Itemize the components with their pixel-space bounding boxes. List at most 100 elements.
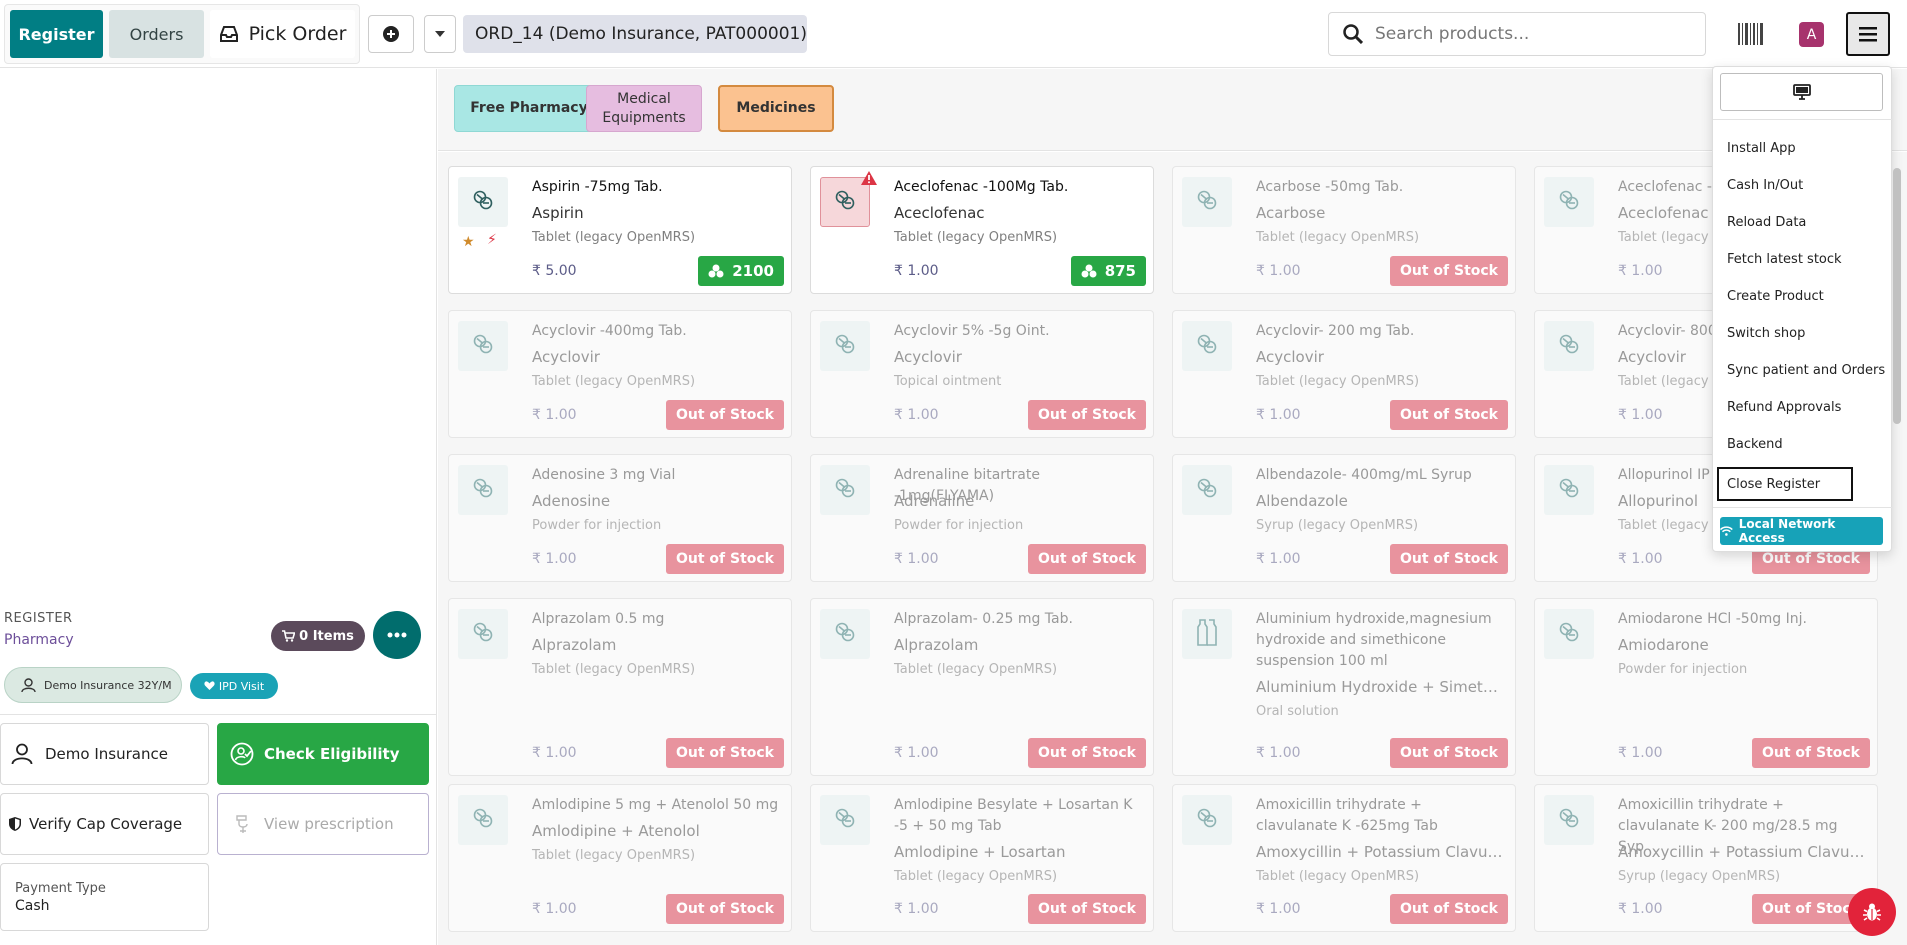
menu-sync-patient-orders[interactable]: Sync patient and Orders (1727, 363, 1885, 378)
price-value: 1.00 (1631, 745, 1663, 761)
product-form: Syrup (legacy OpenMRS) (1256, 518, 1419, 533)
product-card[interactable]: Acarbose -50mg Tab. Acarbose Tablet (legac… (1172, 166, 1516, 294)
payment-type-selector[interactable]: Payment Type Cash (0, 863, 209, 931)
product-form: Powder for injection (1618, 662, 1748, 677)
product-thumbnail (1544, 465, 1594, 515)
menu-install-app[interactable]: Install App (1727, 141, 1796, 156)
more-actions-button[interactable] (373, 611, 421, 659)
product-form: Powder for injection (894, 518, 1024, 533)
product-card[interactable]: Adenosine 3 mg Vial Adenosine Powder for i… (448, 454, 792, 582)
shield-icon (9, 817, 21, 831)
product-price: ₹ 1.00 (532, 551, 577, 567)
price-value: 1.00 (1631, 263, 1663, 279)
menu-separator (1713, 119, 1893, 120)
verify-cap-button[interactable]: Verify Cap Coverage (0, 793, 209, 855)
order-list-dropdown[interactable] (424, 15, 456, 53)
category-medicines[interactable]: Medicines (718, 85, 834, 132)
product-thumbnail (820, 465, 870, 515)
main-menu-button[interactable] (1846, 12, 1890, 56)
product-card[interactable]: Acyclovir 5% -5g Oint. Acyclovir Topical o… (810, 310, 1154, 438)
product-thumbnail (1182, 177, 1232, 227)
rupee-icon: ₹ (1256, 901, 1265, 917)
pick-order-label: Pick Order (248, 23, 347, 45)
barcode-icon[interactable] (1737, 21, 1765, 47)
rupee-icon: ₹ (1256, 745, 1265, 761)
menu-reload-data[interactable]: Reload Data (1727, 215, 1806, 230)
product-card[interactable]: Albendazole- 400mg/mL Syrup Albendazole Sy… (1172, 454, 1516, 582)
debug-button[interactable] (1848, 888, 1896, 936)
product-name: Acyclovir 5% -5g Oint. (894, 323, 1050, 339)
product-price: ₹ 1.00 (1256, 407, 1301, 423)
product-thumbnail (458, 465, 508, 515)
product-form: Tablet (legacy OpenMRS) (532, 848, 696, 863)
price-value: 1.00 (545, 407, 577, 423)
product-price: ₹ 1.00 (532, 901, 577, 917)
register-button[interactable]: Register (10, 10, 103, 58)
product-card[interactable]: Aceclofenac -100Mg Tab. Aceclofenac Tablet… (810, 166, 1154, 294)
product-name: Aspirin -75mg Tab. (532, 179, 663, 195)
product-card[interactable]: Amlodipine Besylate + Losartan K -5 + 50… (810, 784, 1154, 932)
register-label: REGISTER (4, 611, 73, 626)
search-box[interactable] (1328, 12, 1706, 56)
local-network-access-button[interactable]: Local Network Access (1720, 517, 1883, 545)
out-of-stock-badge: Out of Stock (665, 738, 784, 768)
pill-icon (835, 334, 855, 358)
product-card[interactable]: Amoxicillin trihydrate + clavulanate K- … (1534, 784, 1878, 932)
price-value: 1.00 (545, 551, 577, 567)
product-price: ₹ 1.00 (1618, 901, 1663, 917)
product-price: ₹ 1.00 (1256, 263, 1301, 279)
new-order-button[interactable] (368, 15, 414, 53)
product-form: Tablet (legacy OpenMRS) (1256, 230, 1420, 245)
product-card[interactable]: Alprazolam 0.5 mg Alprazolam Tablet (legac… (448, 598, 792, 776)
product-price: ₹ 1.00 (532, 745, 577, 761)
pill-icon (473, 478, 493, 502)
product-form: Tablet (legacy OpenMRS) (1256, 869, 1420, 884)
menu-backend[interactable]: Backend (1727, 437, 1783, 452)
orders-button[interactable]: Orders (109, 10, 204, 58)
insurance-button[interactable]: Demo Insurance (0, 723, 209, 785)
register-name: Pharmacy (4, 632, 74, 648)
product-card[interactable]: Amiodarone HCl -50mg Inj. Amiodarone Powde… (1534, 598, 1878, 776)
rupee-icon: ₹ (1256, 407, 1265, 423)
menu-create-product[interactable]: Create Product (1727, 289, 1824, 304)
monitor-icon (1792, 84, 1811, 100)
product-card[interactable]: Amlodipine 5 mg + Atenolol 50 mg Amlodipi… (448, 784, 792, 932)
pick-order-button[interactable]: Pick Order (210, 10, 355, 58)
product-generic-name: Acyclovir (532, 348, 600, 366)
product-grid: ★ ⚡ Aspirin -75mg Tab. Aspirin Tablet (legac… (438, 152, 1907, 945)
user-icon (11, 743, 33, 765)
category-medical-equipments[interactable]: Medical Equipments (586, 85, 702, 132)
check-eligibility-button[interactable]: Check Eligibility (217, 723, 429, 785)
out-of-stock-badge: Out of Stock (665, 400, 784, 430)
search-input[interactable] (1375, 24, 1695, 44)
wifi-icon (1720, 526, 1733, 536)
product-card[interactable]: Aluminium hydroxide,magnesium hydroxide … (1172, 598, 1516, 776)
stock-count: 875 (1104, 262, 1136, 280)
product-card[interactable]: Alprazolam- 0.25 mg Tab. Alprazolam Tablet… (810, 598, 1154, 776)
cart-icon (282, 630, 296, 642)
customer-display-button[interactable] (1720, 73, 1883, 111)
rupee-icon: ₹ (532, 551, 541, 567)
patient-chip[interactable]: Demo Insurance 32Y/M (4, 667, 182, 703)
category-free-pharmacy[interactable]: Free Pharmacy (454, 85, 604, 132)
menu-fetch-latest-stock[interactable]: Fetch latest stock (1727, 252, 1842, 267)
product-card[interactable]: Amoxicillin trihydrate + clavulanate K -… (1172, 784, 1516, 932)
visit-chip[interactable]: IPD Visit (190, 673, 278, 699)
product-card[interactable]: ★ ⚡ Aspirin -75mg Tab. Aspirin Tablet (legac… (448, 166, 792, 294)
product-price: ₹ 1.00 (1618, 551, 1663, 567)
product-card[interactable]: Acyclovir- 200 mg Tab. Acyclovir Tablet (l… (1172, 310, 1516, 438)
user-avatar[interactable]: A (1799, 22, 1824, 47)
product-generic-name: Amoxycillin + Potassium Clavulan... (1256, 843, 1506, 861)
product-card[interactable]: Adrenaline bitartrate -1mg(FLYAMA) Adrena… (810, 454, 1154, 582)
menu-switch-shop[interactable]: Switch shop (1727, 326, 1805, 341)
menu-close-register[interactable]: Close Register (1717, 467, 1853, 501)
product-name: Amlodipine Besylate + Losartan K -5 + 50… (894, 797, 1133, 834)
items-count-badge[interactable]: 0 Items (271, 621, 365, 651)
menu-cash-in-out[interactable]: Cash In/Out (1727, 178, 1803, 193)
current-order-chip[interactable]: ORD_14 (Demo Insurance, PAT000001) (463, 15, 807, 53)
scrollbar[interactable] (1893, 168, 1901, 424)
product-card[interactable]: Acyclovir -400mg Tab. Acyclovir Tablet (le… (448, 310, 792, 438)
view-prescription-button[interactable]: View prescription (217, 793, 429, 855)
menu-refund-approvals[interactable]: Refund Approvals (1727, 400, 1841, 415)
favorite-star-icon[interactable]: ★ (462, 234, 475, 250)
